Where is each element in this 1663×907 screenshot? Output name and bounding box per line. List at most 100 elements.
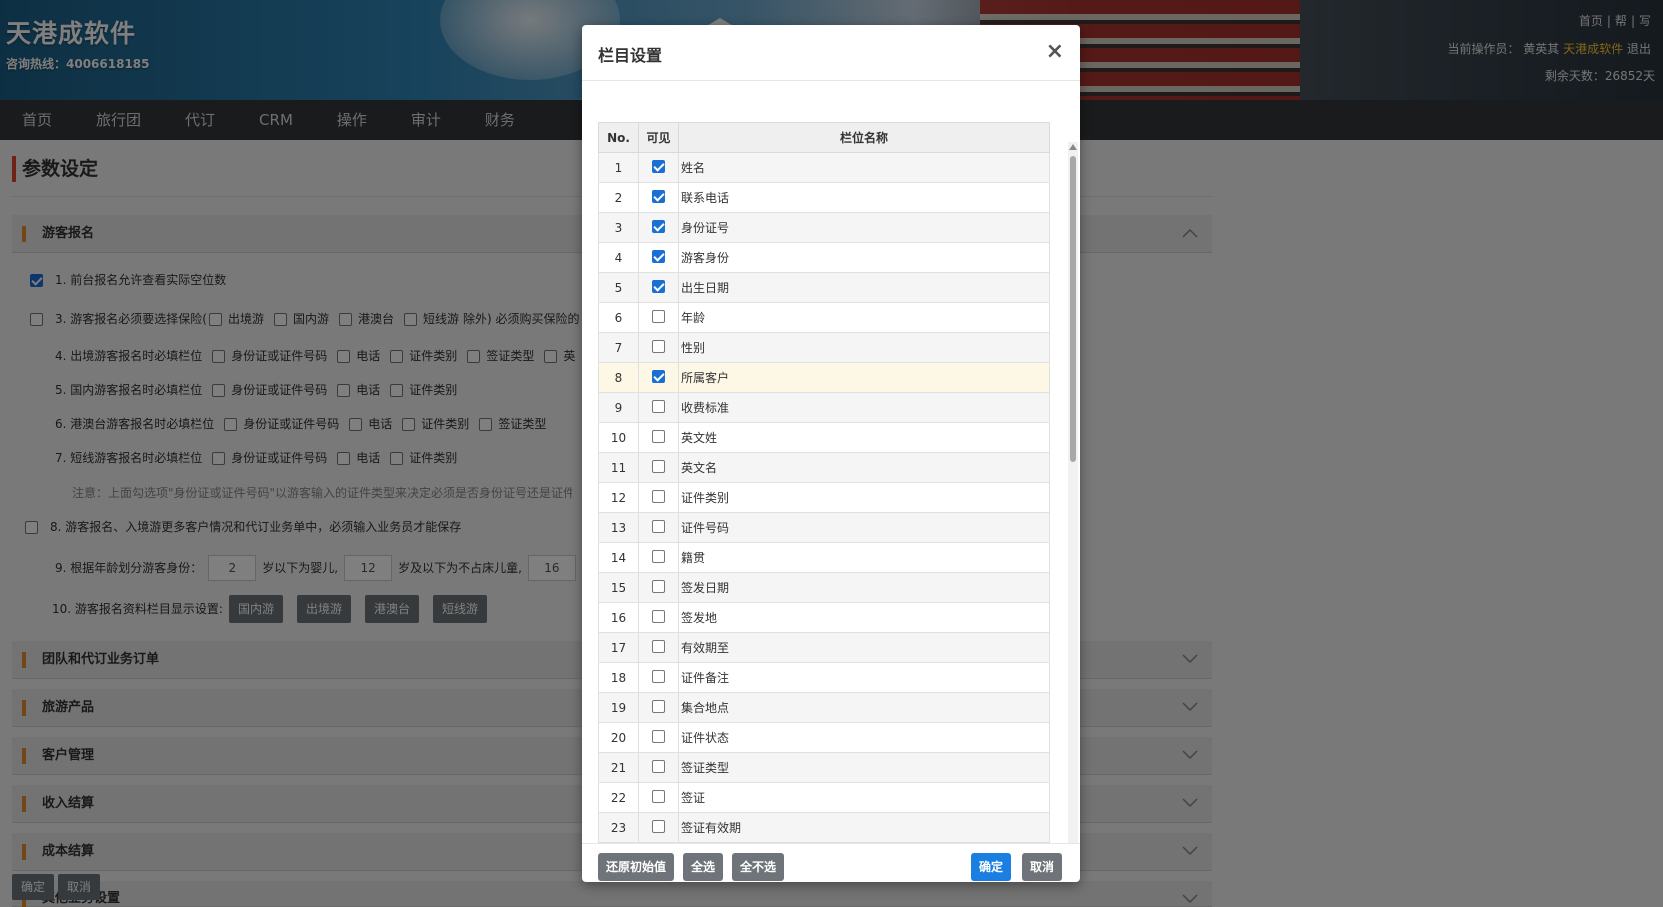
column-name: 收费标准 xyxy=(678,392,1050,423)
visible-checkbox[interactable] xyxy=(652,339,665,353)
visible-checkbox[interactable] xyxy=(652,819,665,833)
visible-checkbox[interactable] xyxy=(652,219,665,233)
dialog-scrollbar[interactable] xyxy=(1068,142,1078,843)
visible-checkbox[interactable] xyxy=(652,159,665,173)
visible-checkbox[interactable] xyxy=(652,459,665,473)
table-row[interactable]: 5 出生日期 xyxy=(598,272,1050,303)
visible-cell xyxy=(638,722,679,753)
cancel-button[interactable]: 取消 xyxy=(1022,853,1063,881)
reset-defaults-button[interactable]: 还原初始值 xyxy=(598,853,675,881)
table-row[interactable]: 6 年龄 xyxy=(598,302,1050,333)
column-name: 英文姓 xyxy=(678,422,1050,453)
close-icon[interactable]: × xyxy=(1046,41,1064,63)
table-row[interactable]: 15 签发日期 xyxy=(598,572,1050,603)
row-number: 18 xyxy=(598,662,639,693)
row-number: 19 xyxy=(598,692,639,723)
table-row[interactable]: 8 所属客户 xyxy=(598,362,1050,393)
table-row[interactable]: 17 有效期至 xyxy=(598,632,1050,663)
table-row[interactable]: 4 游客身份 xyxy=(598,242,1050,273)
visible-cell xyxy=(638,452,679,483)
visible-checkbox[interactable] xyxy=(652,759,665,773)
table-row[interactable]: 14 籍贯 xyxy=(598,542,1050,573)
visible-checkbox[interactable] xyxy=(652,369,665,383)
table-row[interactable]: 21 签证类型 xyxy=(598,752,1050,783)
visible-cell xyxy=(638,572,679,603)
visible-checkbox[interactable] xyxy=(652,639,665,653)
dialog-footer: 还原初始值 全选 全不选 确定 取消 xyxy=(582,845,1080,882)
column-name: 证件号码 xyxy=(678,512,1050,543)
column-name: 联系电话 xyxy=(678,182,1050,213)
table-row[interactable]: 7 性别 xyxy=(598,332,1050,363)
scroll-up-icon[interactable] xyxy=(1069,144,1077,150)
column-name: 身份证号 xyxy=(678,212,1050,243)
column-header-visible: 可见 xyxy=(638,122,679,153)
table-row[interactable]: 9 收费标准 xyxy=(598,392,1050,423)
visible-checkbox[interactable] xyxy=(652,279,665,293)
table-row[interactable]: 10 英文姓 xyxy=(598,422,1050,453)
table-row[interactable]: 3 身份证号 xyxy=(598,212,1050,243)
dialog-header: 栏目设置 × xyxy=(582,25,1080,81)
visible-checkbox[interactable] xyxy=(652,729,665,743)
column-name: 签发地 xyxy=(678,602,1050,633)
dialog-body: No. 可见 栏位名称 1 姓名 2 联系电话 3 身份证号 4 游客身份 5 出生日期 6 年龄 7 性… xyxy=(582,82,1080,844)
visible-checkbox[interactable] xyxy=(652,189,665,203)
column-name: 性别 xyxy=(678,332,1050,363)
table-row[interactable]: 11 英文名 xyxy=(598,452,1050,483)
visible-cell xyxy=(638,362,679,393)
column-name: 签发日期 xyxy=(678,572,1050,603)
visible-checkbox[interactable] xyxy=(652,309,665,323)
table-row[interactable]: 22 签证 xyxy=(598,782,1050,813)
column-name: 年龄 xyxy=(678,302,1050,333)
row-number: 3 xyxy=(598,212,639,243)
table-row[interactable]: 20 证件状态 xyxy=(598,722,1050,753)
visible-checkbox[interactable] xyxy=(652,699,665,713)
scrollbar-thumb[interactable] xyxy=(1070,156,1076,462)
row-number: 16 xyxy=(598,602,639,633)
visible-checkbox[interactable] xyxy=(652,489,665,503)
column-name: 签证 xyxy=(678,782,1050,813)
visible-checkbox[interactable] xyxy=(652,549,665,563)
select-all-button[interactable]: 全选 xyxy=(683,853,724,881)
table-row[interactable]: 1 姓名 xyxy=(598,152,1050,183)
visible-cell xyxy=(638,512,679,543)
row-number: 1 xyxy=(598,152,639,183)
visible-checkbox[interactable] xyxy=(652,249,665,263)
column-name: 游客身份 xyxy=(678,242,1050,273)
row-number: 12 xyxy=(598,482,639,513)
visible-checkbox[interactable] xyxy=(652,399,665,413)
visible-checkbox[interactable] xyxy=(652,579,665,593)
table-row[interactable]: 2 联系电话 xyxy=(598,182,1050,213)
table-row[interactable]: 19 集合地点 xyxy=(598,692,1050,723)
column-name: 英文名 xyxy=(678,452,1050,483)
visible-checkbox[interactable] xyxy=(652,789,665,803)
table-row[interactable]: 16 签发地 xyxy=(598,602,1050,633)
visible-checkbox[interactable] xyxy=(652,429,665,443)
row-number: 7 xyxy=(598,332,639,363)
row-number: 8 xyxy=(598,362,639,393)
visible-checkbox[interactable] xyxy=(652,669,665,683)
column-name: 证件类别 xyxy=(678,482,1050,513)
visible-cell xyxy=(638,152,679,183)
column-name: 所属客户 xyxy=(678,362,1050,393)
column-name: 证件备注 xyxy=(678,662,1050,693)
visible-checkbox[interactable] xyxy=(652,609,665,623)
table-row[interactable]: 18 证件备注 xyxy=(598,662,1050,693)
row-number: 22 xyxy=(598,782,639,813)
column-name: 签证有效期 xyxy=(678,812,1050,843)
row-number: 23 xyxy=(598,812,639,843)
column-name: 出生日期 xyxy=(678,272,1050,303)
visible-cell xyxy=(638,812,679,843)
column-name: 证件状态 xyxy=(678,722,1050,753)
select-none-button[interactable]: 全不选 xyxy=(732,853,785,881)
visible-cell xyxy=(638,542,679,573)
visible-cell xyxy=(638,482,679,513)
dialog-title: 栏目设置 xyxy=(598,46,663,65)
table-row[interactable]: 13 证件号码 xyxy=(598,512,1050,543)
column-settings-dialog: 栏目设置 × No. 可见 栏位名称 1 姓名 2 联系电话 3 身份证号 4 游客身份 5 出生… xyxy=(582,25,1080,882)
table-row[interactable]: 23 签证有效期 xyxy=(598,812,1050,843)
visible-cell xyxy=(638,302,679,333)
table-row[interactable]: 12 证件类别 xyxy=(598,482,1050,513)
row-number: 5 xyxy=(598,272,639,303)
ok-button[interactable]: 确定 xyxy=(971,853,1012,881)
visible-checkbox[interactable] xyxy=(652,519,665,533)
